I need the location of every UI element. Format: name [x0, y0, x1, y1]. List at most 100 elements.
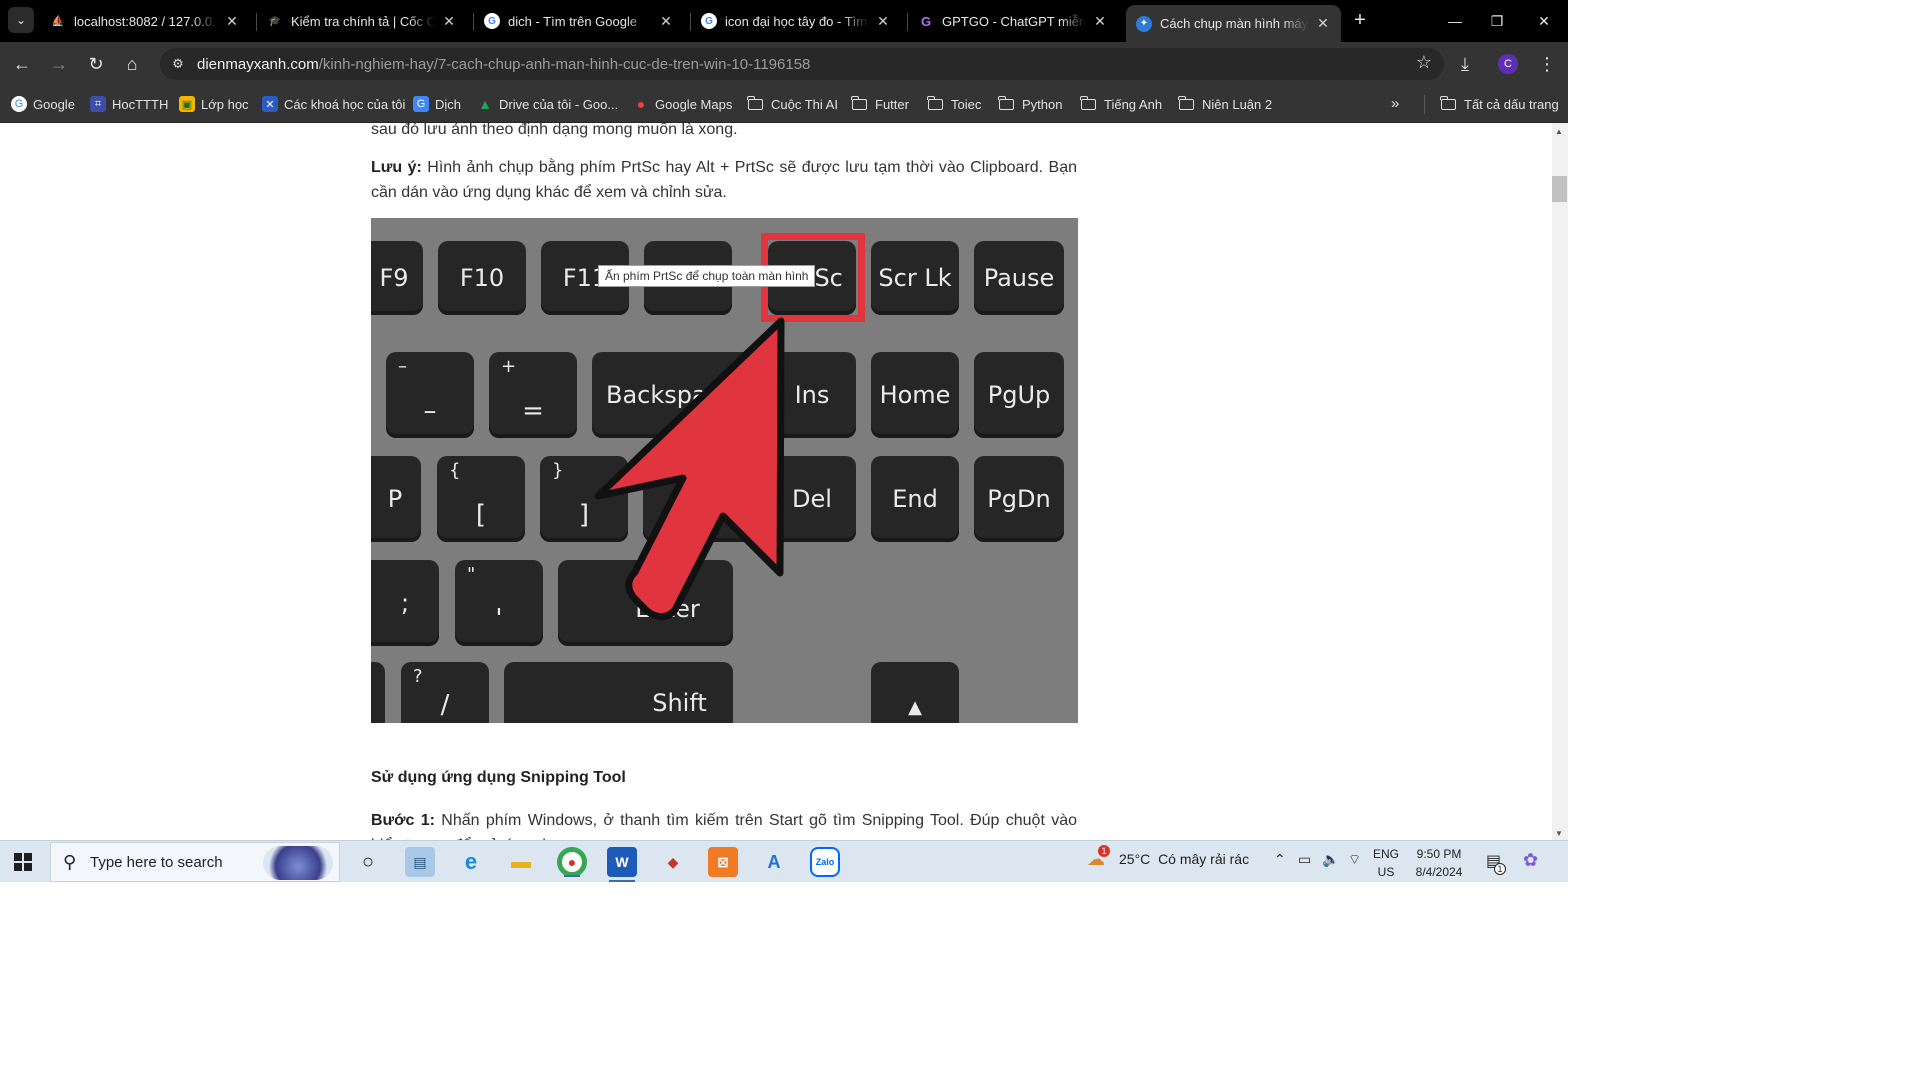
bookmark-folder-futter[interactable]: Futter: [851, 95, 909, 113]
scroll-up-icon[interactable]: ▲: [1555, 127, 1563, 136]
download-icon[interactable]: ⤓: [1461, 54, 1469, 74]
tab-strip: ⌄ ⛵ localhost:8082 / 127.0.0.1 / ✕ 🎓 Kiể…: [0, 0, 1568, 42]
tab-dienmayxanh[interactable]: ✦ Cách chụp màn hình máy t ✕: [1126, 5, 1341, 42]
restore-button[interactable]: ❐: [1486, 10, 1508, 32]
weather-badge: 1: [1098, 845, 1110, 857]
scrollbar-thumb[interactable]: [1552, 176, 1567, 202]
volume-icon[interactable]: 🔈: [1322, 851, 1339, 868]
new-tab-button[interactable]: +: [1349, 9, 1371, 31]
reload-button[interactable]: ↻: [82, 50, 110, 78]
step-paragraph: Bước 1: Nhấn phím Windows, ở thanh tìm k…: [371, 808, 1077, 840]
step-text: Nhấn phím Windows, ở thanh tìm kiếm trên…: [371, 812, 1077, 840]
xampp-icon[interactable]: ⊠: [708, 847, 738, 877]
control-panel-icon[interactable]: ▤: [405, 847, 435, 877]
file-explorer-icon[interactable]: ▬: [506, 847, 536, 877]
home-icon: ⌂: [126, 54, 138, 74]
tab-localhost[interactable]: ⛵ localhost:8082 / 127.0.0.1 / ✕: [40, 7, 250, 35]
tab-spellcheck[interactable]: 🎓 Kiểm tra chính tả | Cốc Cốc ✕: [257, 7, 467, 35]
bookmark-hoctth[interactable]: ⌗ HocTTTH: [90, 95, 168, 113]
menu-kebab-icon[interactable]: ⋮: [1538, 54, 1556, 74]
hoctth-icon: ⌗: [90, 96, 106, 112]
chevron-down-icon: ⌄: [15, 13, 27, 27]
back-button[interactable]: ←: [8, 50, 36, 78]
url-text[interactable]: dienmayxanh.com/kinh-nghiem-hay/7-cach-c…: [197, 56, 810, 73]
app-a-icon[interactable]: A: [759, 847, 789, 877]
bookmark-folder-tieng-anh[interactable]: Tiếng Anh: [1080, 95, 1162, 113]
bookmark-label: Futter: [875, 96, 909, 112]
minimize-icon: —: [1448, 13, 1462, 29]
taskbar-search-box[interactable]: ⚲ Type here to search: [50, 842, 340, 882]
tray-chevron-up-icon[interactable]: ⌃: [1274, 851, 1286, 868]
word-icon[interactable]: W: [607, 847, 637, 882]
all-bookmarks-button[interactable]: Tất cả dấu trang: [1440, 95, 1559, 113]
close-icon[interactable]: ✕: [658, 13, 674, 30]
folder-icon: [927, 95, 943, 110]
bookmark-folder-cuoc-thi-ai[interactable]: Cuộc Thi AI: [747, 95, 838, 113]
close-icon[interactable]: ✕: [441, 13, 457, 30]
minimize-button[interactable]: —: [1444, 10, 1466, 32]
bookmark-star-icon[interactable]: ☆: [1416, 52, 1432, 73]
double-chevron-right-icon[interactable]: »: [1391, 95, 1399, 112]
keyboard-prtsc-image: F9 F10 F11 PrtSc Scr Lk Pause –– += Back…: [371, 218, 1078, 723]
close-icon[interactable]: ✕: [1092, 13, 1108, 30]
gptgo-icon: G: [920, 13, 932, 29]
bookmark-classroom[interactable]: ▣ Lớp học: [179, 95, 249, 113]
bookmark-drive[interactable]: ▲ Drive của tôi - Goo...: [477, 95, 618, 113]
home-button[interactable]: ⌂: [118, 50, 146, 78]
browser-toolbar: ← → ↻ ⌂ ⚙ dienmayxanh.com/kinh-nghiem-ha…: [0, 42, 1568, 86]
clock-date: 8/4/2024: [1415, 865, 1463, 879]
close-icon[interactable]: ✕: [875, 13, 891, 30]
bookmark-folder-nien-luan-2[interactable]: Niên Luận 2: [1178, 95, 1273, 113]
tab-google-dich[interactable]: G dich - Tìm trên Google ✕: [474, 7, 684, 35]
bookmark-folder-toiec[interactable]: Toiec: [927, 95, 981, 113]
folder-icon: [851, 95, 867, 110]
google-icon: G: [484, 13, 500, 29]
phpmyadmin-icon: ⛵: [51, 15, 65, 27]
site-info-icon[interactable]: ⚙: [168, 54, 188, 74]
bookmark-maps[interactable]: ● Google Maps: [633, 95, 733, 113]
weather-widget[interactable]: 25°C Có mây rải rác: [1119, 851, 1249, 867]
edge-icon[interactable]: e: [456, 847, 486, 877]
drive-icon: ▲: [478, 96, 492, 112]
close-icon[interactable]: ✕: [1315, 15, 1331, 32]
notification-badge: 1: [1494, 863, 1506, 875]
tab-title: Kiểm tra chính tả | Cốc Cốc: [291, 13, 435, 29]
url-host: dienmayxanh.com: [197, 56, 319, 73]
zalo-icon[interactable]: Zalo: [810, 847, 840, 877]
tab-search-button[interactable]: ⌄: [8, 7, 34, 33]
page-scrollbar[interactable]: ▲ ▼: [1552, 123, 1568, 840]
bookmark-courses[interactable]: ✕ Các khoá học của tôi: [262, 95, 405, 113]
wifi-icon[interactable]: ⌔: [1348, 851, 1361, 869]
tab-gptgo[interactable]: G GPTGO - ChatGPT miễn phí ✕: [908, 7, 1118, 35]
clock[interactable]: 9:50 PM 8/4/2024: [1408, 845, 1470, 881]
scroll-down-icon[interactable]: ▼: [1555, 829, 1563, 838]
close-icon[interactable]: ✕: [224, 13, 240, 30]
bookmark-label: Niên Luận 2: [1202, 96, 1273, 112]
folder-icon: [1440, 95, 1456, 110]
google-icon: G: [701, 13, 717, 29]
bookmark-label: Các khoá học của tôi: [284, 96, 406, 112]
plus-icon: +: [1354, 9, 1366, 31]
copilot-icon[interactable]: ✿: [1523, 850, 1538, 871]
task-view-icon[interactable]: ○: [353, 847, 383, 877]
search-icon: ⚲: [63, 852, 77, 872]
chrome-icon[interactable]: ●: [557, 847, 587, 877]
paint-icon[interactable]: ◆: [658, 847, 688, 877]
bookmark-google[interactable]: G Google: [11, 95, 75, 113]
bookmark-translate[interactable]: G Dịch: [413, 95, 461, 113]
language-indicator[interactable]: ENG US: [1368, 845, 1404, 881]
bookmark-folder-python[interactable]: Python: [998, 95, 1062, 113]
profile-avatar[interactable]: C: [1498, 54, 1518, 74]
battery-icon[interactable]: ▭: [1298, 851, 1311, 868]
bookmarks-bar: G Google ⌗ HocTTTH ▣ Lớp học ✕ Các khoá …: [0, 86, 1568, 123]
tab-title: GPTGO - ChatGPT miễn phí: [942, 13, 1086, 29]
bookmark-label: Google Maps: [655, 96, 733, 112]
window-close-button[interactable]: ✕: [1533, 10, 1555, 32]
forward-button[interactable]: →: [45, 50, 73, 78]
tab-google-icon[interactable]: G icon đại học tây đo - Tìm trê ✕: [691, 7, 901, 35]
folder-icon: [747, 95, 763, 110]
windows-start-icon[interactable]: [14, 853, 32, 871]
address-bar[interactable]: ⚙ dienmayxanh.com/kinh-nghiem-hay/7-cach…: [160, 48, 1444, 80]
red-pointer-arrow-icon: [594, 317, 785, 621]
google-icon: G: [11, 96, 27, 112]
